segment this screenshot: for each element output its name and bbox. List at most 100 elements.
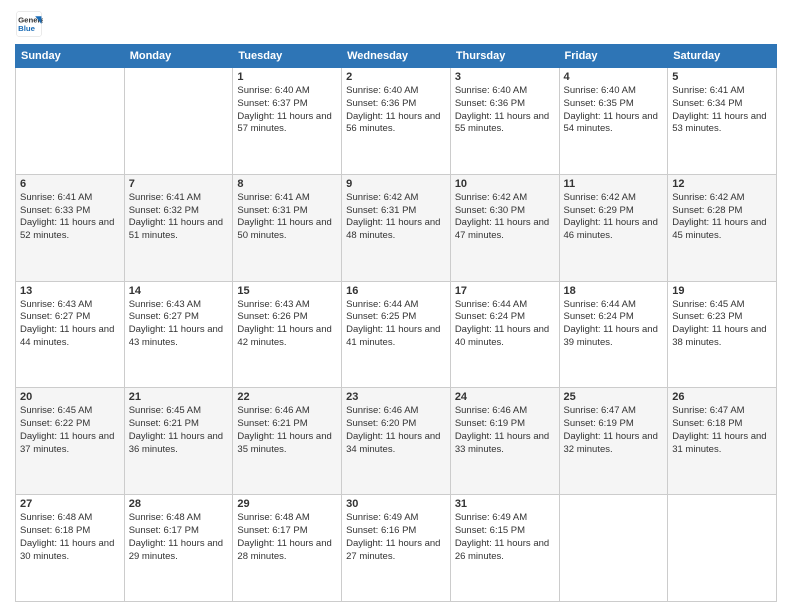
- weekday-header: Thursday: [450, 45, 559, 68]
- calendar-cell: 26Sunrise: 6:47 AM Sunset: 6:18 PM Dayli…: [668, 388, 777, 495]
- day-number: 31: [455, 498, 555, 510]
- calendar-cell: 27 Sunrise: 6:48 AM Sunset: 6:18 PM Dayli…: [16, 495, 125, 602]
- calendar-week: 1 Sunrise: 6:40 AM Sunset: 6:37 PM Daylig…: [16, 68, 777, 175]
- day-info: Sunrise: 6:44 AM Sunset: 6:24 PM Dayligh…: [455, 299, 555, 350]
- calendar-cell: 9 Sunrise: 6:42 AM Sunset: 6:31 PM Daylig…: [342, 174, 451, 281]
- calendar-cell: 31 Sunrise: 6:49 AM Sunset: 6:15 PM Dayli…: [450, 495, 559, 602]
- day-number: 23: [346, 391, 446, 403]
- day-info: Sunrise: 6:41 AM Sunset: 6:32 PM Dayligh…: [129, 192, 229, 243]
- logo-icon: General Blue: [15, 10, 43, 38]
- calendar-cell: 10 Sunrise: 6:42 AM Sunset: 6:30 PM Dayli…: [450, 174, 559, 281]
- calendar-cell: 22 Sunrise: 6:46 AM Sunset: 6:21 PM Dayli…: [233, 388, 342, 495]
- calendar-cell: 17 Sunrise: 6:44 AM Sunset: 6:24 PM Dayli…: [450, 281, 559, 388]
- day-number: 10: [455, 178, 555, 190]
- day-number: 14: [129, 285, 229, 297]
- logo: General Blue: [15, 10, 43, 38]
- day-info: Sunrise: 6:43 AM Sunset: 6:26 PM Dayligh…: [237, 299, 337, 350]
- calendar-cell: [124, 68, 233, 175]
- weekday-header: Monday: [124, 45, 233, 68]
- calendar-cell: 13 Sunrise: 6:43 AM Sunset: 6:27 PM Dayli…: [16, 281, 125, 388]
- day-info: Sunrise: 6:44 AM Sunset: 6:25 PM Dayligh…: [346, 299, 446, 350]
- calendar-cell: 21 Sunrise: 6:45 AM Sunset: 6:21 PM Dayli…: [124, 388, 233, 495]
- header: General Blue: [15, 10, 777, 38]
- day-number: 30: [346, 498, 446, 510]
- calendar-cell: 28Sunrise: 6:48 AM Sunset: 6:17 PM Dayli…: [124, 495, 233, 602]
- day-info: Sunrise: 6:41 AM Sunset: 6:31 PM Dayligh…: [237, 192, 337, 243]
- day-number: 7: [129, 178, 229, 190]
- calendar-cell: 18 Sunrise: 6:44 AM Sunset: 6:24 PM Dayli…: [559, 281, 668, 388]
- day-info: Sunrise: 6:45 AM Sunset: 6:21 PM Dayligh…: [129, 405, 229, 456]
- calendar-week: 6Sunrise: 6:41 AM Sunset: 6:33 PM Daylig…: [16, 174, 777, 281]
- day-number: 18: [564, 285, 664, 297]
- calendar-cell: 7 Sunrise: 6:41 AM Sunset: 6:32 PM Daylig…: [124, 174, 233, 281]
- weekday-header: Saturday: [668, 45, 777, 68]
- day-number: 11: [564, 178, 664, 190]
- weekday-row: SundayMondayTuesdayWednesdayThursdayFrid…: [16, 45, 777, 68]
- calendar-cell: 14 Sunrise: 6:43 AM Sunset: 6:27 PM Dayli…: [124, 281, 233, 388]
- calendar-cell: 8 Sunrise: 6:41 AM Sunset: 6:31 PM Daylig…: [233, 174, 342, 281]
- weekday-header: Tuesday: [233, 45, 342, 68]
- day-number: 6: [20, 178, 120, 190]
- calendar-cell: 2Sunrise: 6:40 AM Sunset: 6:36 PM Daylig…: [342, 68, 451, 175]
- calendar-week: 13 Sunrise: 6:43 AM Sunset: 6:27 PM Dayli…: [16, 281, 777, 388]
- calendar-cell: 29Sunrise: 6:48 AM Sunset: 6:17 PM Dayli…: [233, 495, 342, 602]
- day-info: Sunrise: 6:49 AM Sunset: 6:15 PM Dayligh…: [455, 512, 555, 563]
- day-info: Sunrise: 6:46 AM Sunset: 6:21 PM Dayligh…: [237, 405, 337, 456]
- day-number: 4: [564, 71, 664, 83]
- calendar-cell: [668, 495, 777, 602]
- day-info: Sunrise: 6:46 AM Sunset: 6:20 PM Dayligh…: [346, 405, 446, 456]
- day-number: 17: [455, 285, 555, 297]
- calendar-week: 27 Sunrise: 6:48 AM Sunset: 6:18 PM Dayli…: [16, 495, 777, 602]
- calendar-cell: 25 Sunrise: 6:47 AM Sunset: 6:19 PM Dayli…: [559, 388, 668, 495]
- day-info: Sunrise: 6:44 AM Sunset: 6:24 PM Dayligh…: [564, 299, 664, 350]
- calendar-cell: 3Sunrise: 6:40 AM Sunset: 6:36 PM Daylig…: [450, 68, 559, 175]
- day-number: 12: [672, 178, 772, 190]
- day-info: Sunrise: 6:42 AM Sunset: 6:31 PM Dayligh…: [346, 192, 446, 243]
- day-number: 15: [237, 285, 337, 297]
- calendar-table: SundayMondayTuesdayWednesdayThursdayFrid…: [15, 44, 777, 602]
- day-info: Sunrise: 6:48 AM Sunset: 6:18 PM Dayligh…: [20, 512, 120, 563]
- day-info: Sunrise: 6:42 AM Sunset: 6:28 PM Dayligh…: [672, 192, 772, 243]
- day-info: Sunrise: 6:46 AM Sunset: 6:19 PM Dayligh…: [455, 405, 555, 456]
- day-number: 9: [346, 178, 446, 190]
- day-number: 22: [237, 391, 337, 403]
- calendar-cell: 11 Sunrise: 6:42 AM Sunset: 6:29 PM Dayli…: [559, 174, 668, 281]
- day-number: 26: [672, 391, 772, 403]
- day-info: Sunrise: 6:42 AM Sunset: 6:30 PM Dayligh…: [455, 192, 555, 243]
- day-info: Sunrise: 6:40 AM Sunset: 6:35 PM Dayligh…: [564, 85, 664, 136]
- calendar-cell: [559, 495, 668, 602]
- calendar-cell: 19Sunrise: 6:45 AM Sunset: 6:23 PM Dayli…: [668, 281, 777, 388]
- calendar-cell: 30 Sunrise: 6:49 AM Sunset: 6:16 PM Dayli…: [342, 495, 451, 602]
- page: General Blue SundayMondayTuesdayWednesda…: [0, 0, 792, 612]
- weekday-header: Wednesday: [342, 45, 451, 68]
- day-number: 28: [129, 498, 229, 510]
- day-number: 24: [455, 391, 555, 403]
- calendar-cell: 5Sunrise: 6:41 AM Sunset: 6:34 PM Daylig…: [668, 68, 777, 175]
- day-number: 13: [20, 285, 120, 297]
- day-number: 25: [564, 391, 664, 403]
- day-number: 1: [237, 71, 337, 83]
- day-info: Sunrise: 6:43 AM Sunset: 6:27 PM Dayligh…: [20, 299, 120, 350]
- calendar-cell: 6Sunrise: 6:41 AM Sunset: 6:33 PM Daylig…: [16, 174, 125, 281]
- day-number: 21: [129, 391, 229, 403]
- calendar-body: 1 Sunrise: 6:40 AM Sunset: 6:37 PM Daylig…: [16, 68, 777, 602]
- day-number: 27: [20, 498, 120, 510]
- day-info: Sunrise: 6:40 AM Sunset: 6:37 PM Dayligh…: [237, 85, 337, 136]
- day-info: Sunrise: 6:49 AM Sunset: 6:16 PM Dayligh…: [346, 512, 446, 563]
- day-number: 20: [20, 391, 120, 403]
- day-number: 19: [672, 285, 772, 297]
- day-number: 5: [672, 71, 772, 83]
- calendar-cell: 23 Sunrise: 6:46 AM Sunset: 6:20 PM Dayli…: [342, 388, 451, 495]
- calendar-cell: 20 Sunrise: 6:45 AM Sunset: 6:22 PM Dayli…: [16, 388, 125, 495]
- day-info: Sunrise: 6:43 AM Sunset: 6:27 PM Dayligh…: [129, 299, 229, 350]
- day-info: Sunrise: 6:47 AM Sunset: 6:19 PM Dayligh…: [564, 405, 664, 456]
- weekday-header: Sunday: [16, 45, 125, 68]
- day-number: 16: [346, 285, 446, 297]
- calendar-cell: 24 Sunrise: 6:46 AM Sunset: 6:19 PM Dayli…: [450, 388, 559, 495]
- day-info: Sunrise: 6:42 AM Sunset: 6:29 PM Dayligh…: [564, 192, 664, 243]
- calendar-cell: 16 Sunrise: 6:44 AM Sunset: 6:25 PM Dayli…: [342, 281, 451, 388]
- calendar-header: SundayMondayTuesdayWednesdayThursdayFrid…: [16, 45, 777, 68]
- day-info: Sunrise: 6:40 AM Sunset: 6:36 PM Dayligh…: [346, 85, 446, 136]
- day-info: Sunrise: 6:45 AM Sunset: 6:22 PM Dayligh…: [20, 405, 120, 456]
- day-number: 8: [237, 178, 337, 190]
